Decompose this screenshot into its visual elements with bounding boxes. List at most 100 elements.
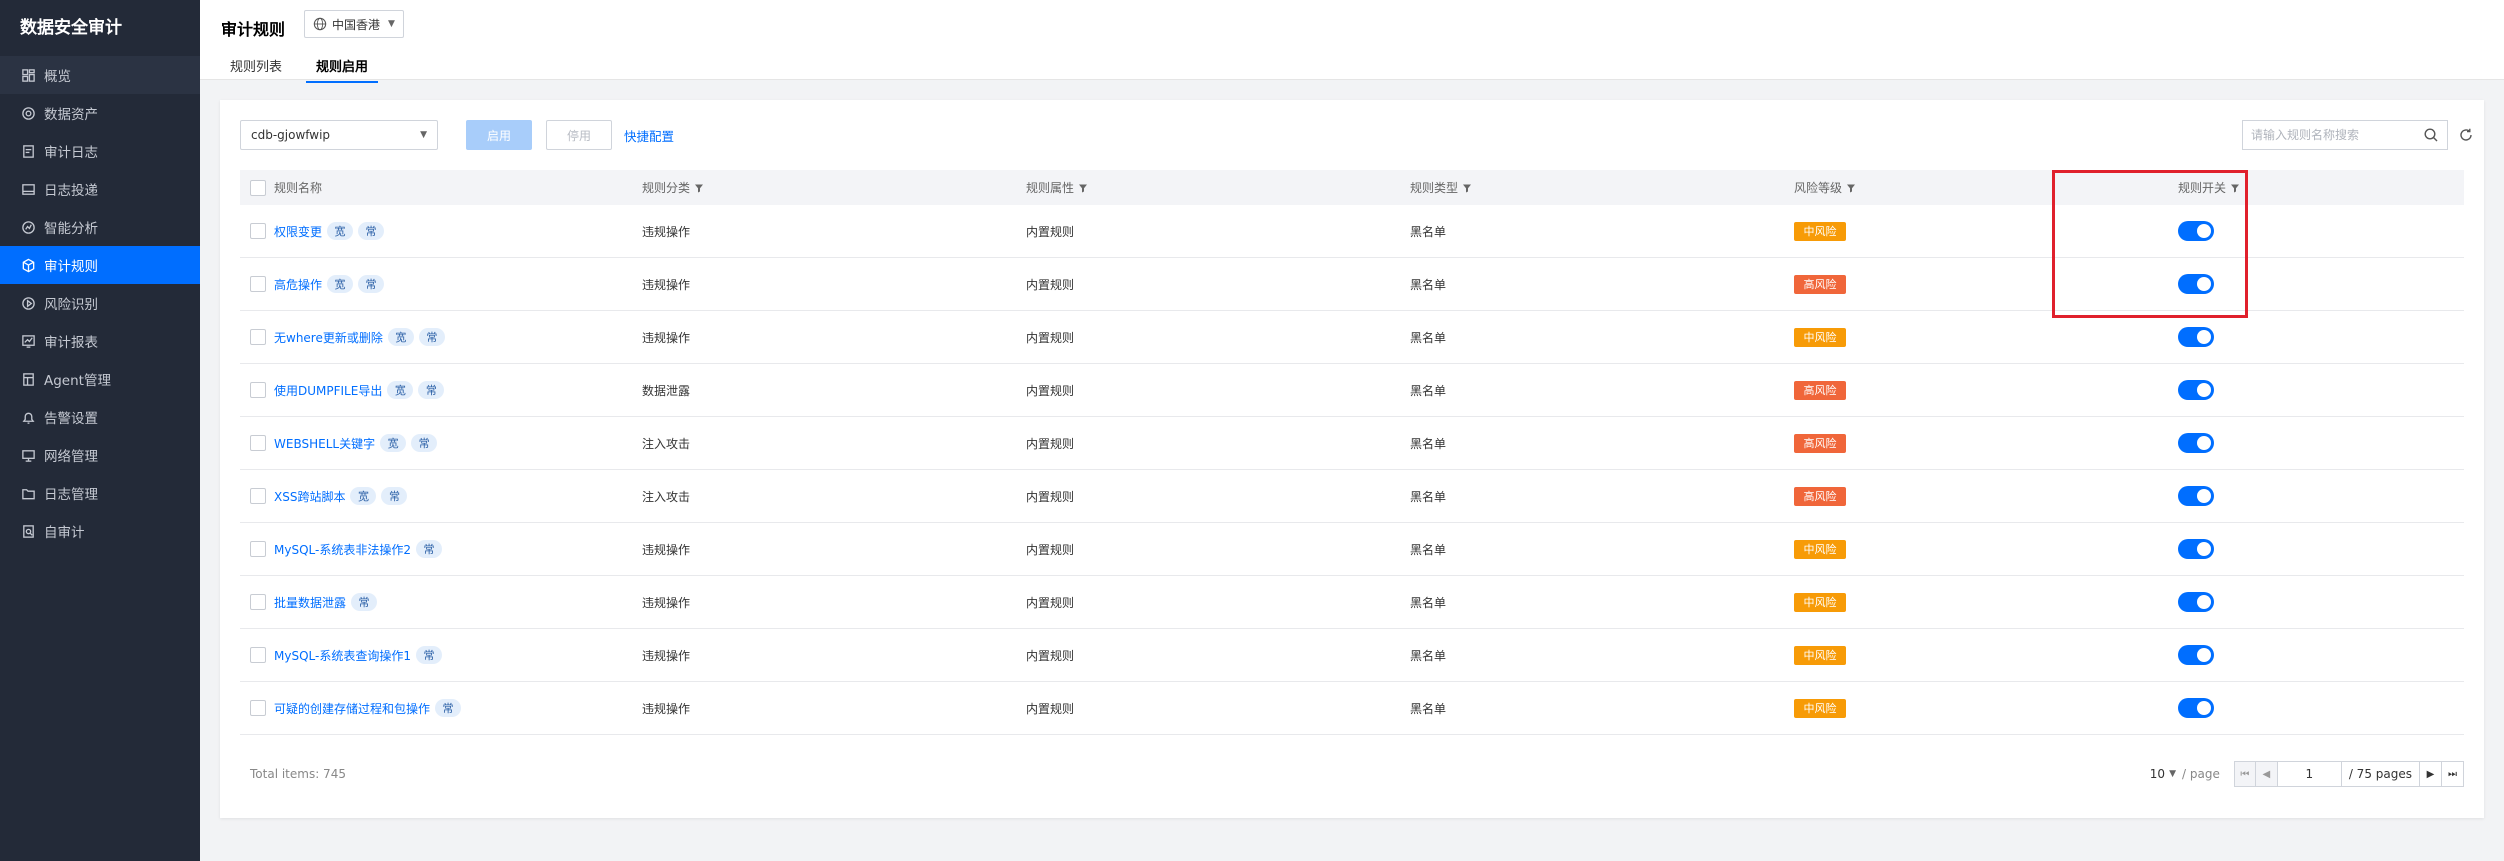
- rule-switch-toggle[interactable]: [2178, 592, 2214, 612]
- globe-icon: [313, 17, 327, 31]
- rule-name-link[interactable]: WEBSHELL关键字: [274, 435, 375, 452]
- toggle-knob: [2197, 436, 2211, 450]
- table-body: 权限变更宽常违规操作 内置规则 黑名单 中风险 高危操作宽常违规操作 内置规则 黑名单 高风险…: [240, 205, 2464, 735]
- network-icon: [20, 447, 36, 463]
- risk-level-badge: 中风险: [1794, 592, 1846, 612]
- sidebar-item-folder[interactable]: 日志管理: [0, 474, 200, 512]
- rule-attribute: 内置规则: [1026, 701, 1075, 716]
- table-header: 规则名称 规则分类 规则属性 规则类型 风险等级 规则开关: [240, 170, 2464, 205]
- rule-type: 黑名单: [1410, 277, 1447, 292]
- rule-category: 违规操作: [642, 277, 691, 292]
- dashboard-icon: [20, 67, 36, 83]
- rule-category: 违规操作: [642, 701, 691, 716]
- rule-switch-toggle[interactable]: [2178, 274, 2214, 294]
- risk-level-badge: 高风险: [1794, 380, 1846, 400]
- page-number-input[interactable]: 1: [2277, 761, 2342, 787]
- rule-name-link[interactable]: XSS跨站脚本: [274, 488, 345, 505]
- filter-icon[interactable]: [2230, 183, 2240, 193]
- sidebar-item-self-audit[interactable]: 自审计: [0, 512, 200, 550]
- search-icon[interactable]: [2423, 127, 2439, 143]
- rule-switch-toggle[interactable]: [2178, 486, 2214, 506]
- row-checkbox[interactable]: [250, 647, 266, 663]
- rule-category: 注入攻击: [642, 489, 691, 504]
- row-checkbox[interactable]: [250, 329, 266, 345]
- sidebar-item-rule[interactable]: 审计规则: [0, 246, 200, 284]
- sidebar: 数据安全审计 概览 数据资产 审计日志 日志投递 智能分析 审计规则 风险识别 审计报表 Age…: [0, 0, 200, 861]
- rule-name-link[interactable]: 可疑的创建存储过程和包操作: [274, 700, 430, 717]
- next-page-button[interactable]: ▶: [2420, 761, 2442, 787]
- table-row: 无where更新或删除宽常 违规操作 内置规则 黑名单 中风险: [240, 311, 2464, 364]
- rule-tag: 常: [435, 699, 462, 717]
- search-input[interactable]: [2251, 128, 2423, 142]
- sidebar-item-dashboard[interactable]: 概览: [0, 56, 200, 94]
- select-all-checkbox[interactable]: [250, 179, 266, 196]
- row-checkbox[interactable]: [250, 223, 266, 239]
- sidebar-item-analysis[interactable]: 智能分析: [0, 208, 200, 246]
- rule-tag: 宽: [327, 275, 354, 293]
- table-row: 高危操作宽常 违规操作 内置规则 黑名单 高风险: [240, 258, 2464, 311]
- sidebar-item-asset[interactable]: 数据资产: [0, 94, 200, 132]
- rule-tag: 常: [415, 540, 442, 558]
- rule-switch-toggle[interactable]: [2178, 698, 2214, 718]
- first-page-button[interactable]: ⏮: [2233, 761, 2256, 787]
- sidebar-item-delivery[interactable]: 日志投递: [0, 170, 200, 208]
- rule-name-link[interactable]: 权限变更: [274, 223, 322, 240]
- rule-tag: 宽: [350, 487, 377, 505]
- pagination: 10 ▼ / page ⏮ ◀ 1 / 75 pages ▶ ⏭: [2150, 761, 2464, 787]
- rule-switch-toggle[interactable]: [2178, 221, 2214, 241]
- toggle-knob: [2197, 648, 2211, 662]
- disable-button[interactable]: 停用: [546, 120, 612, 150]
- rule-switch-toggle[interactable]: [2178, 433, 2214, 453]
- row-checkbox[interactable]: [250, 700, 266, 716]
- prev-page-button[interactable]: ◀: [2255, 761, 2278, 787]
- enable-button[interactable]: 启用: [466, 120, 532, 150]
- filter-icon[interactable]: [694, 183, 704, 193]
- rule-switch-toggle[interactable]: [2178, 645, 2214, 665]
- rule-category: 违规操作: [642, 330, 691, 345]
- rule-switch-toggle[interactable]: [2178, 539, 2214, 559]
- folder-icon: [20, 485, 36, 501]
- sidebar-nav: 概览 数据资产 审计日志 日志投递 智能分析 审计规则 风险识别 审计报表 Agent管理 告警设…: [0, 56, 200, 550]
- row-checkbox[interactable]: [250, 435, 266, 451]
- sidebar-item-network[interactable]: 网络管理: [0, 436, 200, 474]
- row-checkbox[interactable]: [250, 276, 266, 292]
- region-label: 中国香港: [332, 17, 381, 32]
- last-page-button[interactable]: ⏭: [2442, 761, 2464, 787]
- row-checkbox[interactable]: [250, 382, 266, 398]
- asset-icon: [20, 105, 36, 121]
- rule-name-link[interactable]: 批量数据泄露: [274, 594, 346, 611]
- filter-icon[interactable]: [1462, 183, 1472, 193]
- row-checkbox[interactable]: [250, 594, 266, 610]
- rule-name-link[interactable]: 高危操作: [274, 276, 322, 293]
- sidebar-item-agent[interactable]: Agent管理: [0, 360, 200, 398]
- sidebar-item-alert[interactable]: 告警设置: [0, 398, 200, 436]
- rule-tag: 常: [415, 646, 442, 664]
- tab-rule-list[interactable]: 规则列表: [230, 52, 282, 83]
- rule-name-link[interactable]: 使用DUMPFILE导出: [274, 382, 382, 399]
- row-checkbox[interactable]: [250, 541, 266, 557]
- toggle-knob: [2197, 595, 2211, 609]
- filter-icon[interactable]: [1846, 183, 1856, 193]
- sidebar-item-report[interactable]: 审计报表: [0, 322, 200, 360]
- rule-category: 违规操作: [642, 595, 691, 610]
- page-size-select[interactable]: 10: [2150, 767, 2165, 781]
- table-row: 权限变更宽常 违规操作 内置规则 黑名单 中风险: [240, 205, 2464, 258]
- instance-select[interactable]: cdb-gjowfwip ▼: [240, 120, 438, 150]
- rule-switch-toggle[interactable]: [2178, 327, 2214, 347]
- filter-icon[interactable]: [1078, 183, 1088, 193]
- column-header-switch: 规则开关: [2178, 181, 2227, 195]
- page-title: 审计规则: [221, 20, 286, 39]
- rule-name-link[interactable]: MySQL-系统表查询操作1: [274, 647, 411, 664]
- rule-switch-toggle[interactable]: [2178, 380, 2214, 400]
- region-selector[interactable]: 中国香港 ▼: [304, 10, 404, 38]
- quick-config-link[interactable]: 快捷配置: [624, 126, 674, 145]
- rule-attribute: 内置规则: [1026, 648, 1075, 663]
- rule-icon: [20, 257, 36, 273]
- row-checkbox[interactable]: [250, 488, 266, 504]
- sidebar-item-risk[interactable]: 风险识别: [0, 284, 200, 322]
- tab-rule-enable[interactable]: 规则启用: [306, 52, 379, 83]
- refresh-icon[interactable]: [2458, 127, 2474, 143]
- rule-name-link[interactable]: MySQL-系统表非法操作2: [274, 541, 411, 558]
- rule-name-link[interactable]: 无where更新或删除: [274, 329, 383, 346]
- sidebar-item-log[interactable]: 审计日志: [0, 132, 200, 170]
